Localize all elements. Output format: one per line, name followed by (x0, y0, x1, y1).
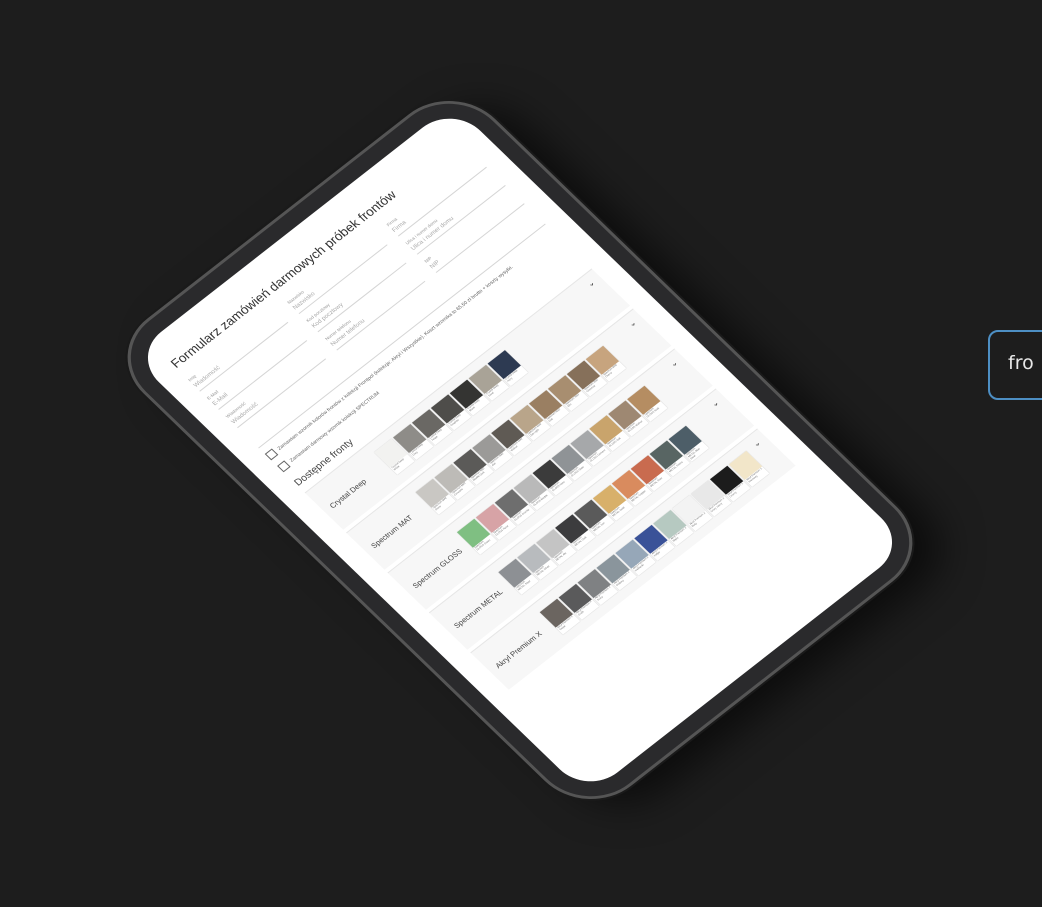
tablet-device: Formularz zamówień darmowych próbek fron… (106, 83, 934, 817)
stage: Formularz zamówień darmowych próbek fron… (0, 0, 1042, 907)
checkbox[interactable] (277, 460, 291, 473)
checkbox[interactable] (264, 448, 279, 461)
collection-name: Spectrum GLOSS (410, 546, 464, 590)
collection-name: Crystal Deep (327, 476, 369, 510)
side-button-label: fro (1008, 352, 1034, 374)
tablet-screen: Formularz zamówień darmowych próbek fron… (131, 104, 909, 796)
collection-name: Akryl Premium X (492, 629, 544, 670)
side-button[interactable]: fro (988, 330, 1042, 400)
collection-name: Spectrum MAT (368, 512, 415, 550)
field-value: NIP (429, 259, 442, 271)
collection-name: Spectrum METAL (451, 587, 505, 630)
order-page: Formularz zamówień darmowych próbek fron… (131, 104, 813, 703)
